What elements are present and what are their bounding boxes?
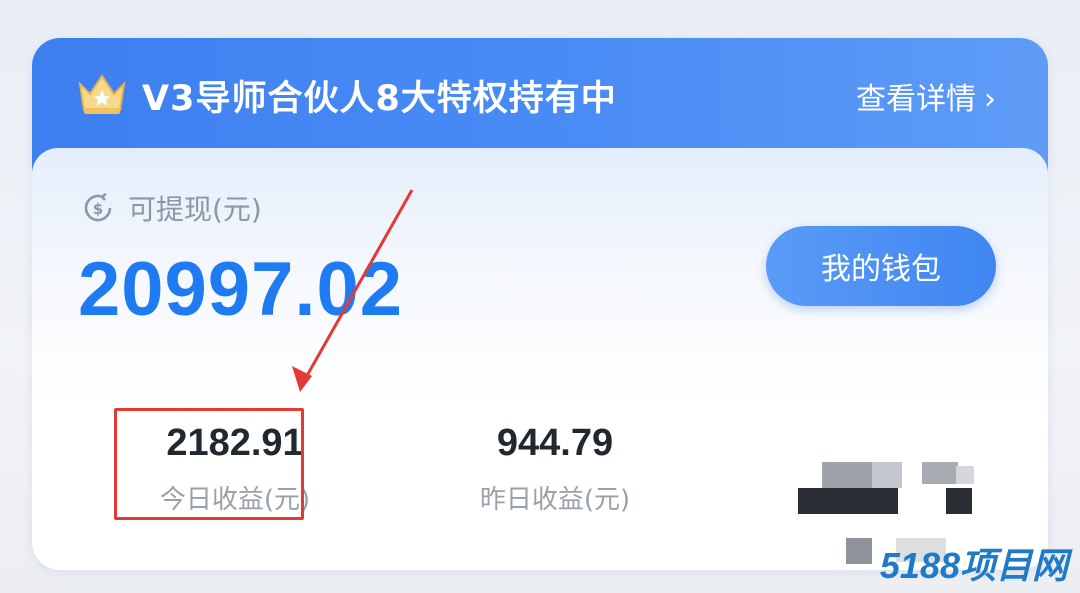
withdrawable-amount: 20997.02 [78,247,403,332]
chevron-right-icon: › [984,82,996,117]
svg-text:$: $ [93,200,103,218]
my-wallet-button[interactable]: 我的钱包 [766,226,996,306]
view-details-label: 查看详情 [856,82,976,117]
coin-withdraw-icon: $ [84,192,112,222]
annotation-highlight-box [114,408,304,520]
crown-icon [78,74,126,114]
header-title: V3导师合伙人8大特权持有中 [142,79,617,119]
withdrawable-label: 可提现(元) [128,193,262,226]
view-details-link[interactable]: 查看详情 › [856,74,996,118]
yesterday-earnings[interactable]: 944.79 昨日收益(元) [450,422,660,516]
yesterday-earnings-label: 昨日收益(元) [479,485,631,515]
withdrawable-label-row: $ 可提现(元) [80,188,262,228]
balance-panel: $ 可提现(元) 20997.02 我的钱包 2182.91 今日收益(元) 9… [32,148,1048,570]
watermark-logo: 5188项目网 [879,545,1068,586]
yesterday-earnings-value: 944.79 [496,422,614,464]
earnings-card: V3导师合伙人8大特权持有中 查看详情 › $ 可提现(元) 20997.02 我… [32,38,1048,570]
